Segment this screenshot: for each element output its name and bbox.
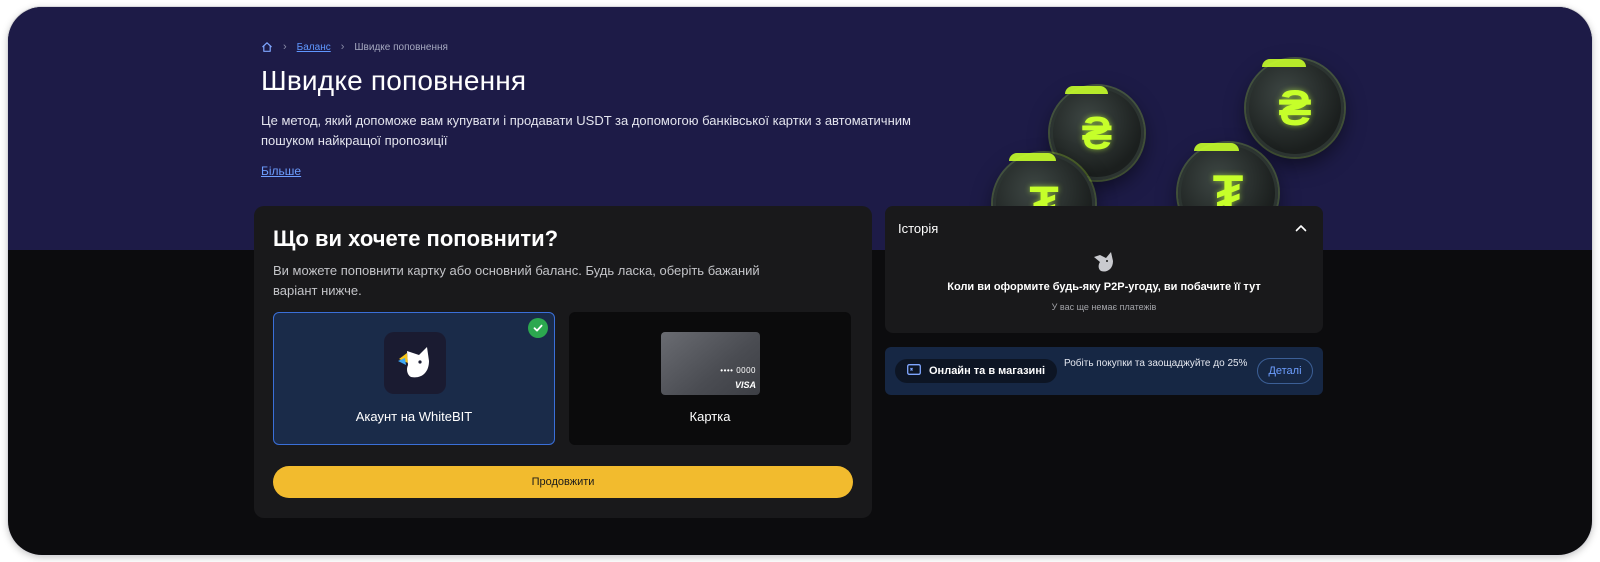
card-icon [907, 364, 921, 378]
option-label: Акаунт на WhiteBIT [355, 409, 473, 424]
history-empty-subtitle: У вас ще немає платежів [1051, 302, 1157, 312]
history-panel: Історія Коли ви оформите будь-яку P2P-уг… [885, 206, 1323, 333]
breadcrumb-item-current: Швидке поповнення [354, 41, 448, 53]
option-whitebit-account[interactable]: Акаунт на WhiteBIT [273, 312, 555, 445]
hryvnia-coin-icon: ₴ [1246, 59, 1344, 157]
whitebit-logo-icon [384, 332, 446, 394]
promo-banner: Онлайн та в магазині Робіть покупки та з… [885, 347, 1323, 395]
option-bank-card[interactable]: •••• 0000 VISA Картка [569, 312, 851, 445]
history-title: Історія [898, 221, 939, 236]
bank-card-icon: •••• 0000 VISA [661, 332, 760, 395]
visa-logo: VISA [734, 380, 756, 390]
chevron-right-icon: › [283, 41, 287, 53]
topup-description: Ви можете поповнити картку або основний … [273, 263, 760, 298]
promo-pill: Онлайн та в магазині [895, 359, 1057, 383]
chevron-right-icon: › [340, 41, 345, 53]
page-description: Це метод, який допоможе вам купувати і п… [261, 113, 911, 148]
card-number: •••• 0000 [720, 366, 756, 375]
promo-text: Робіть покупки та заощаджуйте до 25% [1064, 358, 1248, 369]
selected-check-icon [528, 318, 548, 338]
details-button[interactable]: Деталі [1257, 358, 1313, 384]
empty-state-bird-icon [1092, 251, 1116, 273]
topup-panel: Що ви хочете поповнити? Ви можете поповн… [254, 206, 872, 518]
history-empty-title: Коли ви оформите будь-яку P2P-угоду, ви … [947, 281, 1261, 293]
app-window: › Баланс › Швидке поповнення Швидке попо… [8, 7, 1592, 555]
more-link[interactable]: Більше [261, 164, 301, 178]
continue-button[interactable]: Продовжити [273, 466, 853, 498]
option-label: Картка [689, 409, 731, 424]
chevron-up-icon[interactable] [1293, 220, 1309, 236]
breadcrumb: › Баланс › Швидке поповнення [261, 39, 448, 55]
home-icon[interactable] [261, 41, 273, 53]
page-title: Швидке поповнення [261, 65, 527, 96]
promo-pill-label: Онлайн та в магазині [929, 365, 1046, 377]
topup-title: Що ви хочете поповнити? [273, 226, 559, 251]
breadcrumb-item-balance[interactable]: Баланс [297, 42, 331, 53]
